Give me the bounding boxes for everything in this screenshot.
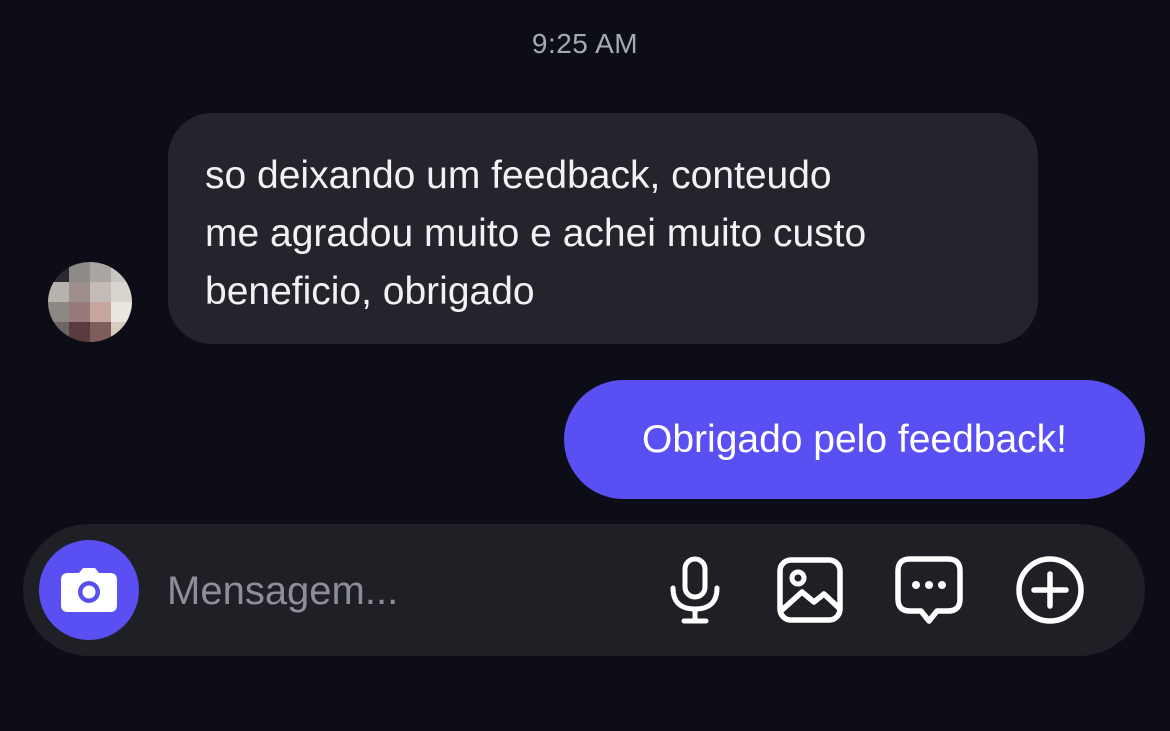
plus-icon xyxy=(1016,556,1084,624)
message-line: me agradou muito e achei muito custo xyxy=(205,212,867,255)
image-icon xyxy=(777,557,843,623)
camera-icon xyxy=(61,568,117,612)
message-timestamp: 9:25 AM xyxy=(531,28,639,59)
outgoing-message-bubble[interactable]: Obrigado pelo feedback! xyxy=(564,380,1145,499)
outgoing-message-text: Obrigado pelo feedback! xyxy=(642,417,1067,461)
more-options-button[interactable] xyxy=(1014,554,1086,626)
gallery-button[interactable] xyxy=(774,554,846,626)
sticker-chat-icon xyxy=(895,556,963,624)
voice-message-button[interactable] xyxy=(659,554,731,626)
microphone-icon xyxy=(670,556,720,624)
avatar[interactable] xyxy=(48,262,132,342)
camera-button[interactable] xyxy=(39,540,139,640)
chat-screen: 9:25 AM so deixando um feedback, conteud… xyxy=(0,0,1170,731)
message-line: so deixando um feedback, conteudo xyxy=(205,154,832,197)
incoming-message-bubble[interactable]: so deixando um feedback, conteudo me agr… xyxy=(168,113,1038,344)
message-line: beneficio, obrigado xyxy=(205,270,535,313)
message-input[interactable] xyxy=(165,560,629,622)
message-composer xyxy=(23,524,1145,656)
sticker-button[interactable] xyxy=(893,554,965,626)
